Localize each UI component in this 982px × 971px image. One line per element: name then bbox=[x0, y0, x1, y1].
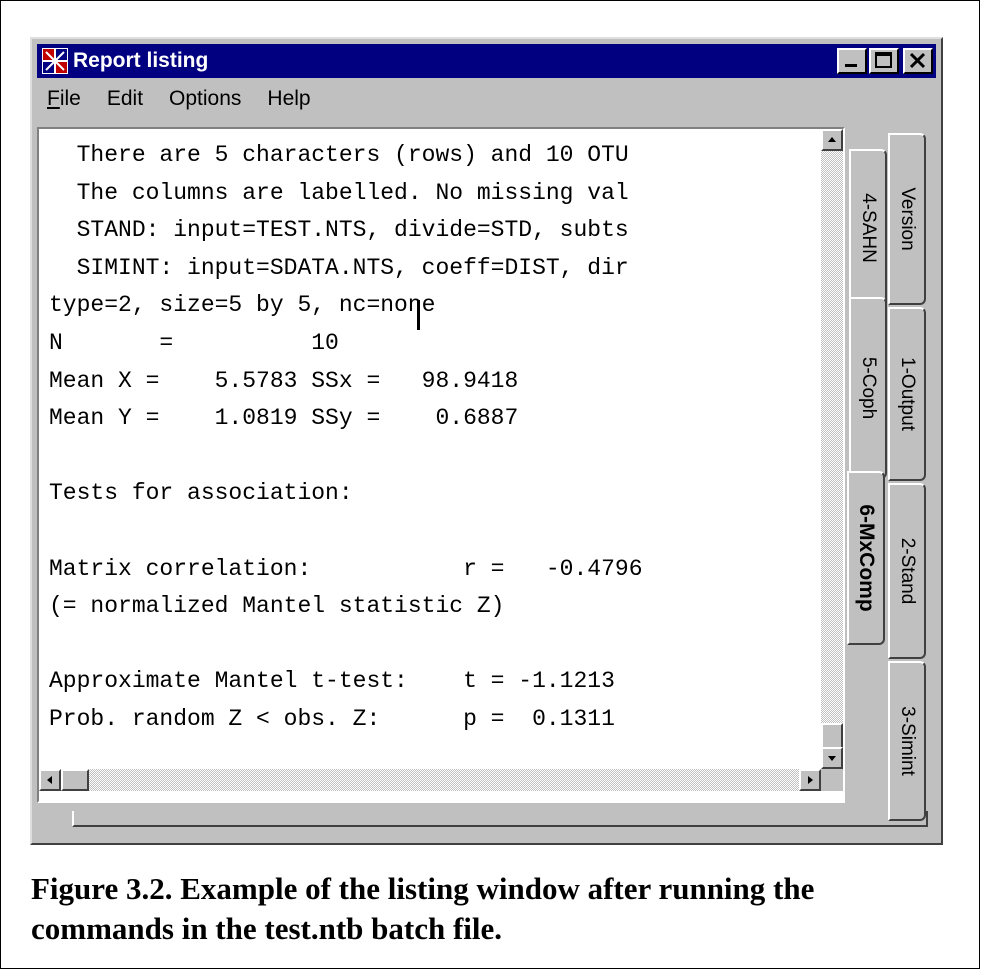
close-icon bbox=[909, 52, 926, 69]
menu-help[interactable]: Help bbox=[267, 87, 310, 111]
listing-text-area[interactable]: There are 5 characters (rows) and 10 OTU… bbox=[37, 127, 845, 803]
window-title: Report listing bbox=[73, 49, 209, 72]
maximize-button[interactable] bbox=[869, 48, 899, 74]
menu-file-rest: ile bbox=[59, 87, 81, 110]
listing-line: Approximate Mantel t-test: t = -1.1213 bbox=[49, 668, 615, 695]
listing-line bbox=[49, 438, 817, 476]
tab-1-output[interactable]: 1-Output bbox=[888, 307, 926, 481]
listing-line: SIMINT: input=SDATA.NTS, coeff=DIST, dir bbox=[49, 254, 629, 281]
scrollbar-corner bbox=[821, 769, 843, 791]
arrow-up-icon bbox=[828, 137, 836, 142]
tab-version[interactable]: Version bbox=[888, 133, 926, 305]
minimize-button[interactable] bbox=[837, 48, 867, 74]
vertical-scrollbar[interactable] bbox=[821, 129, 843, 769]
scroll-left-button[interactable] bbox=[39, 769, 61, 791]
menu-file[interactable]: File bbox=[47, 87, 81, 111]
listing-line: type=2, size=5 by 5, nc=none bbox=[49, 292, 436, 319]
scroll-right-button[interactable] bbox=[799, 769, 821, 791]
app-icon[interactable] bbox=[42, 48, 68, 74]
menu-file-mnemonic: F bbox=[47, 87, 60, 110]
menu-options[interactable]: Options bbox=[169, 87, 241, 111]
listing-line: Mean Y = 1.0819 SSy = 0.6887 bbox=[49, 405, 519, 432]
tab-3-simint[interactable]: 3-Simint bbox=[888, 661, 926, 821]
text-caret bbox=[417, 300, 420, 330]
listing-line: Matrix correlation: r = -0.4796 bbox=[49, 555, 643, 582]
figure-caption: Figure 3.2. Example of the listing windo… bbox=[31, 871, 815, 946]
listing-line: STAND: input=TEST.NTS, divide=STD, subts bbox=[49, 217, 629, 244]
horizontal-scroll-thumb[interactable] bbox=[61, 769, 89, 791]
horizontal-scrollbar[interactable] bbox=[39, 769, 821, 791]
tab-control-bottom-edge bbox=[72, 811, 928, 827]
listing-line: (= normalized Mantel statistic Z) bbox=[49, 593, 505, 620]
listing-line: There are 5 characters (rows) and 10 OTU bbox=[49, 142, 629, 168]
tab-2-stand[interactable]: 2-Stand bbox=[888, 483, 926, 659]
tab-4-sahn[interactable]: 4-SAHN bbox=[849, 149, 887, 307]
close-button[interactable] bbox=[903, 48, 933, 74]
listing-content: There are 5 characters (rows) and 10 OTU… bbox=[49, 137, 817, 765]
listing-line bbox=[49, 513, 817, 551]
listing-line: The columns are labelled. No missing val bbox=[49, 179, 629, 206]
figure-frame: Report listing File Edit Options Help Th… bbox=[0, 0, 980, 969]
maximize-icon bbox=[875, 52, 892, 68]
title-bar[interactable]: Report listing bbox=[37, 44, 936, 78]
scroll-down-button[interactable] bbox=[821, 747, 843, 769]
listing-line bbox=[49, 626, 817, 664]
tab-5-coph[interactable]: 5-Coph bbox=[849, 297, 887, 479]
menu-bar: File Edit Options Help bbox=[37, 82, 936, 116]
tab-6-mxcomp[interactable]: 6-MxComp bbox=[847, 471, 885, 645]
menu-edit[interactable]: Edit bbox=[107, 87, 143, 111]
listing-line: N = 10 bbox=[49, 329, 339, 356]
listing-line: Prob. random Z < obs. Z: p = 0.1311 bbox=[49, 705, 615, 732]
arrow-down-icon bbox=[828, 756, 836, 761]
listing-line: Mean X = 5.5783 SSx = 98.9418 bbox=[49, 367, 519, 394]
scroll-up-button[interactable] bbox=[821, 129, 843, 151]
report-listing-window: Report listing File Edit Options Help Th… bbox=[30, 37, 943, 845]
minimize-icon bbox=[845, 64, 857, 67]
arrow-right-icon bbox=[808, 776, 813, 784]
arrow-left-icon bbox=[47, 776, 52, 784]
listing-line: Tests for association: bbox=[49, 480, 353, 507]
